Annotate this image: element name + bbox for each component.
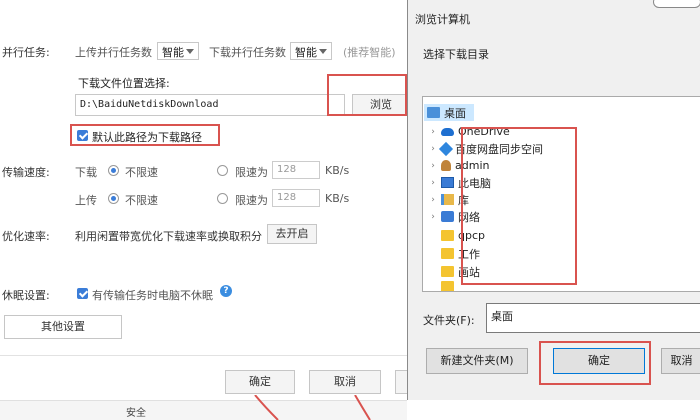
- upload-unlimited-radio[interactable]: [108, 193, 119, 204]
- download-speed-label: 下载: [75, 166, 97, 179]
- download-limit-radio[interactable]: [217, 165, 228, 176]
- bottom-tab-security[interactable]: 安全: [126, 404, 146, 419]
- tree-item-label: 桌面: [444, 106, 466, 120]
- annotation-tree-highlight: [461, 127, 577, 285]
- folder-icon: [441, 280, 454, 291]
- cloud-icon: [441, 127, 454, 136]
- download-location-label: 下载文件位置选择:: [78, 77, 170, 90]
- folder-icon: [441, 230, 454, 241]
- close-button-partial[interactable]: [653, 0, 700, 8]
- upload-limit-label: 限速为: [235, 194, 268, 207]
- parallel-hint: (推荐智能): [343, 46, 396, 59]
- upload-parallel-label: 上传并行任务数: [75, 46, 152, 59]
- chevron-right-icon: ›: [431, 194, 435, 205]
- upload-limit-input[interactable]: 128: [272, 189, 320, 207]
- settings-cancel-button[interactable]: 取消: [309, 370, 381, 394]
- sync-icon: [438, 141, 454, 156]
- download-limit-label: 限速为: [235, 166, 268, 179]
- download-unit-label: KB/s: [325, 164, 350, 177]
- chevron-down-icon: [319, 49, 327, 54]
- optimize-section-label: 优化速率:: [2, 230, 50, 243]
- library-icon: [441, 194, 454, 205]
- tree-item-desktop[interactable]: 桌面: [424, 104, 474, 121]
- chevron-down-icon: [186, 49, 194, 54]
- annotation-ok-highlight: [539, 341, 651, 385]
- parallel-section-label: 并行任务:: [2, 46, 50, 59]
- upload-parallel-value: 智能: [162, 46, 184, 59]
- speed-section-label: 传输速度:: [2, 166, 50, 179]
- download-unlimited-label: 不限速: [125, 166, 158, 179]
- chevron-right-icon: ›: [431, 211, 435, 222]
- folder-icon: [441, 248, 454, 259]
- computer-icon: [441, 177, 454, 188]
- upload-unlimited-label: 不限速: [125, 194, 158, 207]
- download-limit-input[interactable]: 128: [272, 161, 320, 179]
- optimize-enable-button[interactable]: 去开启: [267, 224, 317, 244]
- chevron-right-icon: ›: [431, 160, 435, 171]
- annotation-arrows: [254, 395, 371, 420]
- help-icon[interactable]: ?: [220, 285, 232, 297]
- folder-field-label: 文件夹(F):: [423, 314, 475, 327]
- footer-divider: [0, 355, 415, 356]
- person-icon: [441, 160, 451, 171]
- no-sleep-checkbox[interactable]: [77, 288, 88, 299]
- upload-unit-label: KB/s: [325, 192, 350, 205]
- settings-ok-button[interactable]: 确定: [225, 370, 295, 394]
- download-parallel-label: 下载并行任务数: [209, 46, 286, 59]
- annotation-default-path-highlight: [70, 124, 220, 146]
- folder-field-input[interactable]: 桌面: [486, 303, 700, 333]
- no-sleep-label: 有传输任务时电脑不休眠: [92, 289, 213, 302]
- download-unlimited-radio[interactable]: [108, 165, 119, 176]
- settings-panel: 并行任务: 上传并行任务数 智能 下载并行任务数 智能 (推荐智能) 下载文件位…: [0, 0, 415, 420]
- download-path-input[interactable]: D:\BaiduNetdiskDownload: [75, 94, 345, 116]
- annotation-browse-highlight: [327, 74, 407, 116]
- dialog-cancel-button[interactable]: 取消: [661, 348, 700, 374]
- upload-speed-label: 上传: [75, 194, 97, 207]
- upload-parallel-select[interactable]: 智能: [157, 42, 199, 60]
- network-icon: [441, 211, 454, 222]
- browse-computer-dialog: 浏览计算机 选择下载目录 桌面 › OneDrive › 百度网盘同步空间 › …: [407, 0, 700, 400]
- tree-item-partial[interactable]: [441, 280, 458, 291]
- download-parallel-value: 智能: [295, 46, 317, 59]
- new-folder-button[interactable]: 新建文件夹(M): [426, 348, 528, 374]
- chevron-right-icon: ›: [431, 143, 435, 154]
- chevron-right-icon: ›: [431, 126, 435, 137]
- sleep-section-label: 休眠设置:: [2, 289, 50, 302]
- folder-blue-icon: [427, 107, 440, 118]
- dialog-title: 浏览计算机: [415, 13, 470, 26]
- chevron-right-icon: ›: [431, 177, 435, 188]
- folder-tree[interactable]: 桌面 › OneDrive › 百度网盘同步空间 › admin › 此电脑 ›…: [422, 96, 700, 292]
- upload-limit-radio[interactable]: [217, 193, 228, 204]
- download-parallel-select[interactable]: 智能: [290, 42, 332, 60]
- folder-icon: [441, 266, 454, 277]
- other-settings-button[interactable]: 其他设置: [4, 315, 122, 339]
- dialog-subtitle: 选择下载目录: [423, 48, 489, 61]
- optimize-description: 利用闲置带宽优化下载速率或换取积分: [75, 230, 262, 243]
